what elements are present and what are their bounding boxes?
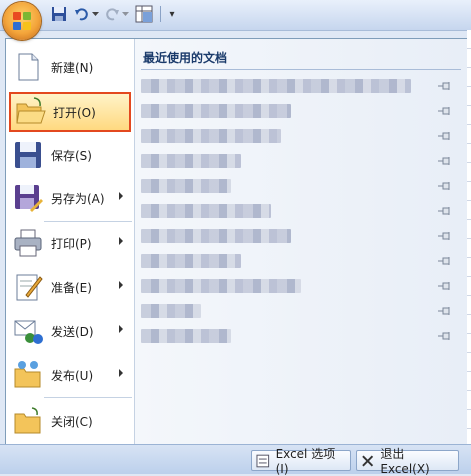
menu-item-save-as[interactable]: 另存为(A)	[6, 178, 134, 218]
recent-document-name-redacted	[141, 204, 271, 218]
publish-icon	[12, 359, 44, 391]
menu-footer: Excel 选项(I) 退出 Excel(X)	[0, 444, 471, 476]
excel-options-button[interactable]: Excel 选项(I)	[251, 447, 351, 476]
submenu-arrow-icon	[119, 281, 123, 289]
pin-icon[interactable]	[437, 80, 451, 92]
menu-item-label: 发送(D)	[51, 325, 94, 339]
send-icon	[12, 315, 44, 347]
pin-icon[interactable]	[437, 130, 451, 142]
open-folder-icon	[14, 96, 46, 128]
recent-document-name-redacted	[141, 329, 231, 343]
menu-item-label: 打开(O)	[53, 106, 96, 120]
recent-document-name-redacted	[141, 104, 291, 118]
customize-toolbar-button[interactable]: ▾	[166, 4, 178, 24]
pin-icon[interactable]	[437, 180, 451, 192]
close-icon	[362, 455, 374, 466]
menu-item-label: 发布(U)	[51, 369, 94, 383]
pin-icon[interactable]	[437, 205, 451, 217]
menu-item-label: 关闭(C)	[51, 415, 93, 429]
quick-access-toolbar: ▾	[0, 0, 471, 31]
recent-document-name-redacted	[141, 254, 241, 268]
toolbar-separator	[160, 6, 161, 22]
recent-document-name-redacted	[141, 179, 231, 193]
recent-document-name-redacted	[141, 154, 241, 168]
submenu-arrow-icon	[119, 325, 123, 333]
pin-icon[interactable]	[437, 330, 451, 342]
office-menu: 新建(N) 打开(O) 保存(S) 另存为(A) 打印(P) 准备(E) 发送(…	[5, 38, 469, 446]
undo-dropdown-icon[interactable]	[91, 4, 99, 24]
menu-item-label: 准备(E)	[51, 281, 92, 295]
menu-divider	[44, 397, 132, 398]
worksheet-edge	[467, 30, 471, 444]
recent-document-item[interactable]	[137, 200, 462, 222]
submenu-arrow-icon	[119, 369, 123, 377]
menu-item-open[interactable]: 打开(O)	[9, 92, 131, 132]
recent-divider	[141, 69, 461, 70]
recent-document-item[interactable]	[137, 75, 462, 97]
menu-item-new[interactable]: 新建(N)	[6, 47, 134, 87]
save-as-icon	[12, 182, 44, 214]
recent-document-item[interactable]	[137, 250, 462, 272]
recent-documents-title: 最近使用的文档	[143, 51, 228, 65]
pin-icon[interactable]	[437, 280, 451, 292]
recent-document-item[interactable]	[137, 225, 462, 247]
close-folder-icon	[12, 405, 44, 437]
new-document-icon	[12, 51, 44, 83]
menu-item-label: 另存为(A)	[51, 192, 105, 206]
recent-document-name-redacted	[141, 304, 201, 318]
menu-item-label: 打印(P)	[51, 237, 92, 251]
menu-command-list: 新建(N) 打开(O) 保存(S) 另存为(A) 打印(P) 准备(E) 发送(…	[6, 39, 135, 445]
recent-document-item[interactable]	[137, 300, 462, 322]
save-disk-icon	[12, 139, 44, 171]
recent-document-name-redacted	[141, 79, 411, 93]
excel-options-label: Excel 选项(I)	[275, 447, 336, 476]
menu-item-label: 保存(S)	[51, 149, 92, 163]
menu-divider	[44, 221, 132, 222]
menu-item-label: 新建(N)	[51, 61, 94, 75]
recent-document-item[interactable]	[137, 150, 462, 172]
exit-excel-label: 退出 Excel(X)	[380, 447, 430, 476]
recent-document-item[interactable]	[137, 325, 462, 347]
recent-document-item[interactable]	[137, 175, 462, 197]
undo-icon[interactable]	[74, 4, 90, 24]
recent-documents-panel: 最近使用的文档	[135, 39, 468, 445]
office-logo-icon	[13, 12, 31, 30]
recent-document-name-redacted	[141, 229, 291, 243]
recent-document-item[interactable]	[137, 125, 462, 147]
table-icon[interactable]	[134, 4, 154, 24]
save-icon[interactable]	[50, 4, 68, 24]
pin-icon[interactable]	[437, 305, 451, 317]
exit-excel-button[interactable]: 退出 Excel(X)	[356, 447, 459, 476]
recent-document-item[interactable]	[137, 275, 462, 297]
printer-icon	[12, 227, 44, 259]
menu-item-close[interactable]: 关闭(C)	[6, 401, 134, 441]
pin-icon[interactable]	[437, 105, 451, 117]
menu-item-save[interactable]: 保存(S)	[6, 135, 134, 175]
menu-item-send[interactable]: 发送(D)	[6, 311, 134, 351]
pin-icon[interactable]	[437, 230, 451, 242]
recent-document-item[interactable]	[137, 100, 462, 122]
menu-item-prepare[interactable]: 准备(E)	[6, 267, 134, 307]
redo-icon[interactable]	[104, 4, 120, 24]
pin-icon[interactable]	[437, 255, 451, 267]
submenu-arrow-icon	[119, 237, 123, 245]
recent-document-name-redacted	[141, 129, 281, 143]
recent-document-name-redacted	[141, 279, 301, 293]
office-button[interactable]	[3, 2, 41, 40]
pin-icon[interactable]	[437, 155, 451, 167]
submenu-arrow-icon	[119, 192, 123, 200]
menu-item-publish[interactable]: 发布(U)	[6, 355, 134, 395]
options-icon	[256, 454, 270, 467]
redo-dropdown-icon[interactable]	[121, 4, 129, 24]
prepare-icon	[12, 271, 44, 303]
menu-item-print[interactable]: 打印(P)	[6, 223, 134, 263]
